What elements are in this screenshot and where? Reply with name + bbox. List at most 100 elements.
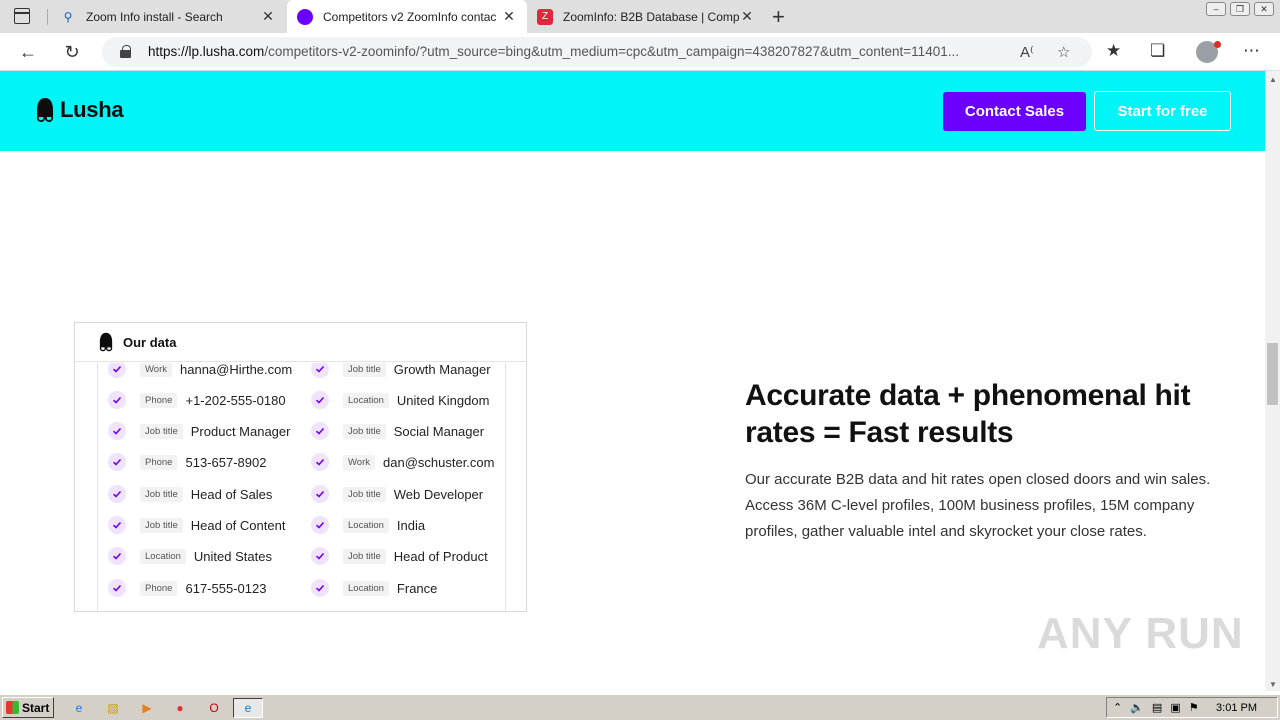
field-value: United Kingdom [396, 392, 490, 408]
ie-icon[interactable]: e [68, 698, 90, 718]
data-row: Job title Product Manager [108, 421, 290, 441]
data-row: Job title Web Developer [311, 484, 483, 504]
field-value: hanna@Hirthe.com [180, 363, 293, 377]
refresh-icon[interactable]: ↻ [60, 40, 84, 64]
address-bar[interactable]: https://lp.lusha.com/competitors-v2-zoom… [102, 37, 1092, 67]
windows-taskbar: Start e ▧ ▶ ● O e ⌃ 🔈 ▤ ▣ ⚑ 3:01 PM [0, 694, 1280, 720]
start-label: Start [22, 700, 50, 715]
data-row: Location United States [108, 546, 272, 566]
scroll-down-icon[interactable]: ▼ [1269, 680, 1277, 689]
field-value: Product Manager [190, 423, 291, 439]
tab-lusha-competitors[interactable]: Competitors v2 ZoomInfo contac ✕ [287, 0, 527, 33]
back-arrow-icon[interactable]: ← [16, 40, 40, 64]
check-icon [311, 363, 329, 378]
windows-logo-icon [6, 701, 19, 714]
field-tag: Location [343, 517, 389, 533]
field-value: Head of Sales [190, 486, 273, 502]
tab-title: Competitors v2 ZoomInfo contac [323, 9, 497, 24]
url-domain: https://lp.lusha.com [148, 44, 265, 59]
check-icon [108, 485, 126, 503]
start-button[interactable]: Start [2, 697, 54, 718]
tab-actions-icon[interactable] [14, 8, 30, 24]
check-icon [108, 547, 126, 565]
scroll-up-icon[interactable]: ▲ [1269, 75, 1277, 84]
data-row: Job title Head of Product [311, 546, 488, 566]
tab-zoominfo-search[interactable]: ⚲ Zoom Info install - Search ✕ [50, 0, 286, 33]
flag-icon[interactable]: ⚑ [1189, 701, 1199, 714]
field-tag: Job title [343, 548, 386, 564]
start-for-free-button[interactable]: Start for free [1094, 91, 1231, 131]
opera-icon[interactable]: O [203, 698, 225, 718]
check-icon [108, 579, 126, 597]
tab-divider [47, 9, 48, 25]
field-tag: Job title [343, 423, 386, 439]
field-value: Head of Product [393, 548, 488, 564]
clock[interactable]: 3:01 PM [1216, 702, 1257, 714]
field-value: Growth Manager [393, 363, 491, 377]
close-tab-icon[interactable]: ✕ [739, 8, 755, 25]
lock-icon[interactable] [120, 45, 131, 58]
more-menu-icon[interactable]: ⋯ [1243, 41, 1260, 61]
close-window-icon[interactable]: ✕ [1254, 2, 1274, 16]
field-tag: Work [343, 454, 375, 470]
lusha-logo[interactable]: Lusha [34, 97, 124, 123]
close-tab-icon[interactable]: ✕ [501, 8, 517, 25]
check-icon [108, 363, 126, 378]
tab-zoominfo-db[interactable]: Z ZoomInfo: B2B Database | Comp ✕ [527, 0, 765, 33]
minimize-icon[interactable]: – [1206, 2, 1226, 16]
check-icon [311, 422, 329, 440]
check-icon [311, 547, 329, 565]
data-row: Work hanna@Hirthe.com [108, 363, 292, 379]
field-tag: Job title [140, 517, 183, 533]
field-value: India [396, 517, 426, 533]
check-icon [311, 485, 329, 503]
field-value: Web Developer [393, 486, 484, 502]
restore-icon[interactable]: ❐ [1230, 2, 1250, 16]
folder-icon[interactable]: ▧ [102, 698, 124, 718]
tray-expand-icon[interactable]: ⌃ [1113, 701, 1122, 714]
check-icon [108, 516, 126, 534]
logo-text: Lusha [60, 97, 124, 122]
new-tab-button[interactable]: + [772, 4, 785, 30]
field-value: Social Manager [393, 423, 485, 439]
contact-sales-button[interactable]: Contact Sales [943, 92, 1086, 131]
data-row: Phone +1-202-555-0180 [108, 390, 286, 410]
field-tag: Phone [140, 454, 178, 470]
scrollbar-thumb[interactable] [1267, 343, 1278, 405]
profile-avatar[interactable] [1196, 41, 1221, 63]
chrome-icon[interactable]: ● [169, 698, 191, 718]
field-tag: Location [140, 548, 186, 564]
card-header: Our data [75, 323, 526, 362]
collections-icon[interactable]: ❏ [1150, 41, 1165, 61]
check-icon [311, 579, 329, 597]
card-title: Our data [123, 334, 177, 350]
zoominfo-icon: Z [537, 8, 553, 25]
field-tag: Job title [140, 486, 183, 502]
read-aloud-icon[interactable]: A⁽ [1020, 43, 1034, 61]
favorites-icon[interactable]: ★ [1106, 41, 1121, 61]
window-controls: – ❐ ✕ [1206, 2, 1274, 16]
field-tag: Job title [343, 363, 386, 377]
close-tab-icon[interactable]: ✕ [260, 8, 276, 25]
field-value: Head of Content [190, 517, 286, 533]
edge-icon[interactable]: e [233, 698, 263, 718]
media-player-icon[interactable]: ▶ [136, 698, 158, 718]
field-value: dan@schuster.com [383, 454, 495, 470]
data-list: Work hanna@Hirthe.com Phone +1-202-555-0180… [97, 363, 506, 613]
data-row: Job title Head of Content [108, 515, 285, 535]
add-favorite-icon[interactable]: ☆ [1057, 43, 1070, 61]
field-value: 617-555-0123 [185, 580, 267, 596]
network-icon[interactable]: ▤ [1152, 701, 1162, 714]
url-text[interactable]: https://lp.lusha.com/competitors-v2-zoom… [148, 44, 1008, 59]
page-scrollbar[interactable]: ▲ ▼ [1265, 71, 1280, 691]
display-icon[interactable]: ▣ [1170, 701, 1180, 714]
data-row: Location France [311, 578, 437, 598]
field-tag: Phone [140, 392, 178, 408]
data-row: Job title Growth Manager [311, 363, 491, 379]
tab-title: Zoom Info install - Search [86, 9, 223, 24]
field-value: United States [193, 548, 272, 564]
section-description: Our accurate B2B data and hit rates open… [745, 471, 1211, 540]
check-icon [311, 453, 329, 471]
volume-icon[interactable]: 🔈 [1130, 701, 1144, 714]
check-icon [311, 516, 329, 534]
